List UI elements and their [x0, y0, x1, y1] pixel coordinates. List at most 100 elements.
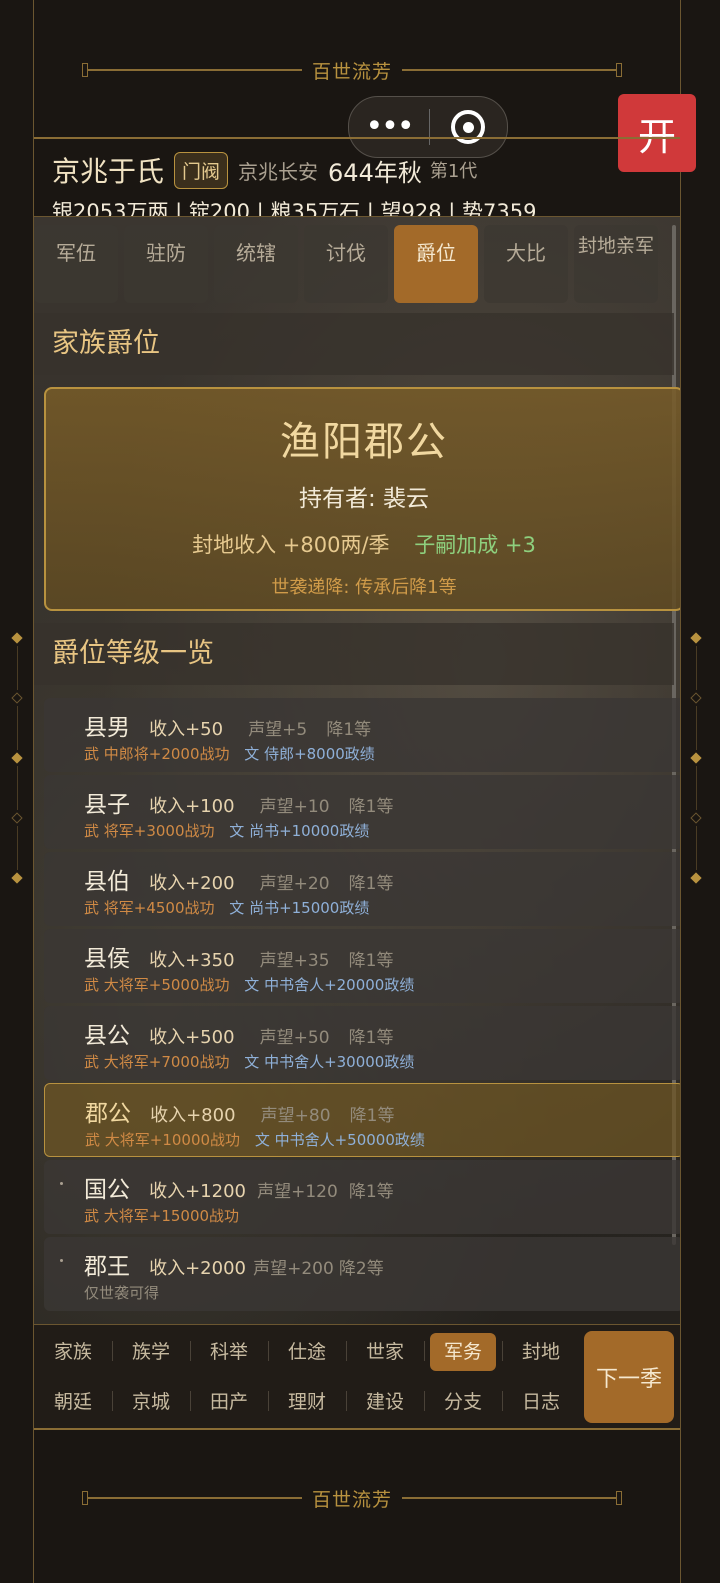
nav-court[interactable]: 朝廷 — [34, 1387, 112, 1414]
heir-bonus: 子嗣加成 +3 — [414, 533, 536, 557]
rank-row[interactable]: 县公 收入+500 声望+50 降1等 武 大将军+7000战功 文 中书舍人+… — [44, 1006, 680, 1080]
rank-name: 县公 — [84, 1023, 130, 1049]
rank-row[interactable]: 县侯 收入+350 声望+35 降1等 武 大将军+5000战功 文 中书舍人+… — [44, 929, 680, 1003]
tab-campaign[interactable]: 讨伐 — [304, 225, 388, 303]
rank-fame: 声望+120 — [257, 1182, 338, 1202]
rank-decay: 降1等 — [326, 720, 372, 740]
game-date: 644年秋 — [328, 158, 422, 187]
nav-branch[interactable]: 分支 — [424, 1387, 502, 1414]
tab-fief-guard[interactable]: 封地亲军 — [574, 225, 658, 303]
rank-military-req: 武 大将军+15000战功 — [84, 1207, 240, 1225]
header-divider — [34, 137, 680, 139]
nav-build[interactable]: 建设 — [346, 1387, 424, 1414]
nav-military[interactable]: 军务 — [424, 1332, 502, 1371]
bullet-dot — [60, 1259, 63, 1262]
rank-row-current[interactable]: 郡公 收入+800 声望+80 降1等 武 大将军+10000战功 文 中书舍人… — [44, 1083, 680, 1157]
rank-income: 收入+1200 — [149, 1181, 246, 1202]
footer-divider — [34, 1428, 680, 1430]
tab-command[interactable]: 统辖 — [214, 225, 298, 303]
military-tabs: 军伍 驻防 统辖 讨伐 爵位 大比 封地亲军 — [34, 225, 674, 303]
bottom-banner: 百世流芳 — [82, 1486, 623, 1511]
rank-income: 收入+800 — [150, 1105, 236, 1126]
rank-fame: 声望+10 — [259, 797, 330, 817]
family-name: 京兆于氏 — [52, 155, 165, 188]
nav-capital[interactable]: 京城 — [112, 1387, 190, 1414]
family-tag-badge: 门阀 — [174, 151, 229, 189]
family-header: 京兆于氏 门阀 京兆长安 644年秋 第1代 — [52, 150, 477, 190]
rank-military-req: 武 大将军+10000战功 — [85, 1131, 241, 1149]
nav-family[interactable]: 家族 — [34, 1337, 112, 1364]
banner-text: 百世流芳 — [312, 1488, 393, 1511]
nav-exam[interactable]: 科举 — [190, 1337, 268, 1364]
rank-decay: 降1等 — [348, 1028, 394, 1048]
rank-military-req: 武 将军+4500战功 — [84, 899, 215, 917]
rank-income: 收入+100 — [149, 796, 235, 817]
rank-name: 县男 — [84, 715, 130, 741]
rank-name: 县伯 — [84, 869, 130, 895]
title-holder: 持有者: 裴云 — [298, 486, 430, 512]
main-panel[interactable]: 军伍 驻防 统辖 讨伐 爵位 大比 封地亲军 家族爵位 渔阳郡公 持有者: 裴云… — [34, 216, 680, 1325]
rank-income: 收入+500 — [149, 1027, 235, 1048]
rank-fame: 声望+80 — [260, 1106, 331, 1126]
top-banner: 百世流芳 — [82, 58, 623, 83]
rank-decay: 降1等 — [348, 1182, 394, 1202]
nav-school[interactable]: 族学 — [112, 1337, 190, 1364]
right-ornament — [689, 630, 703, 886]
rank-decay: 降1等 — [349, 1106, 395, 1126]
rank-military-req: 武 大将军+7000战功 — [84, 1053, 230, 1071]
rank-income: 收入+50 — [149, 719, 224, 740]
rank-civil-req: 文 侍郎+8000政绩 — [244, 745, 375, 763]
rank-decay: 降1等 — [348, 874, 394, 894]
bullet-dot — [60, 1182, 63, 1185]
family-location: 京兆长安 — [238, 159, 319, 184]
rank-income: 收入+200 — [149, 873, 235, 894]
rank-civil-req: 文 中书舍人+30000政绩 — [244, 1053, 415, 1071]
rank-fame: 声望+35 — [259, 951, 330, 971]
rank-row[interactable]: 县男 收入+50 声望+5 降1等 武 中郎将+2000战功 文 侍郎+8000… — [44, 698, 680, 772]
rank-name: 国公 — [84, 1177, 130, 1203]
rank-civil-req: 文 尚书+10000政绩 — [229, 822, 370, 840]
rank-name: 郡王 — [84, 1254, 130, 1280]
left-ornament — [10, 630, 24, 886]
more-icon[interactable]: ••• — [349, 97, 429, 157]
nav-log[interactable]: 日志 — [502, 1387, 580, 1414]
tab-peerage[interactable]: 爵位 — [394, 225, 478, 303]
rank-list-heading: 爵位等级一览 — [34, 623, 674, 685]
miniprogram-capsule[interactable]: ••• — [348, 96, 508, 158]
rank-row[interactable]: 县伯 收入+200 声望+20 降1等 武 将军+4500战功 文 尚书+150… — [44, 852, 680, 926]
family-title-heading: 家族爵位 — [34, 313, 674, 375]
rank-row[interactable]: 县子 收入+100 声望+10 降1等 武 将军+3000战功 文 尚书+100… — [44, 775, 680, 849]
nav-finance[interactable]: 理财 — [268, 1387, 346, 1414]
tab-tournament[interactable]: 大比 — [484, 225, 568, 303]
rank-military-req: 武 将军+3000战功 — [84, 822, 215, 840]
rank-fame: 声望+50 — [259, 1028, 330, 1048]
rank-row[interactable]: 郡王 收入+2000 声望+200 降2等 仅世袭可得 — [44, 1237, 680, 1311]
tab-garrison[interactable]: 驻防 — [124, 225, 208, 303]
nav-fief[interactable]: 封地 — [502, 1337, 580, 1364]
rank-decay: 降1等 — [348, 797, 394, 817]
rank-income: 收入+2000 — [149, 1258, 246, 1279]
nav-career[interactable]: 仕途 — [268, 1337, 346, 1364]
rank-decay: 降1等 — [348, 951, 394, 971]
banner-text: 百世流芳 — [312, 60, 393, 83]
rank-civil-req: 文 中书舍人+20000政绩 — [244, 976, 415, 994]
next-season-button[interactable]: 下一季 — [584, 1331, 674, 1423]
nav-clans[interactable]: 世家 — [346, 1337, 424, 1364]
rank-note: 仅世袭可得 — [84, 1284, 160, 1302]
rank-row[interactable]: 国公 收入+1200 声望+120 降1等 武 大将军+15000战功 — [44, 1160, 680, 1234]
fief-income: 封地收入 +800两/季 — [192, 533, 390, 557]
current-title-card: 渔阳郡公 持有者: 裴云 封地收入 +800两/季 子嗣加成 +3 世袭递降: … — [44, 387, 680, 611]
rank-civil-req: 文 中书舍人+50000政绩 — [254, 1131, 425, 1149]
generation-label: 第1代 — [429, 161, 478, 182]
frame-right-line — [680, 0, 681, 1583]
open-button[interactable]: 开 — [618, 94, 696, 172]
rank-income: 收入+350 — [149, 950, 235, 971]
bottom-nav: 家族 族学 科举 仕途 世家 军务 封地 朝廷 京城 田产 理财 建设 分支 日… — [34, 1324, 680, 1429]
nav-estate[interactable]: 田产 — [190, 1387, 268, 1414]
rank-name: 县侯 — [84, 946, 130, 972]
rank-military-req: 武 大将军+5000战功 — [84, 976, 230, 994]
rank-fame: 声望+200 — [253, 1259, 334, 1279]
tab-army[interactable]: 军伍 — [34, 225, 118, 303]
rank-civil-req: 文 尚书+15000政绩 — [229, 899, 370, 917]
rank-military-req: 武 中郎将+2000战功 — [84, 745, 230, 763]
